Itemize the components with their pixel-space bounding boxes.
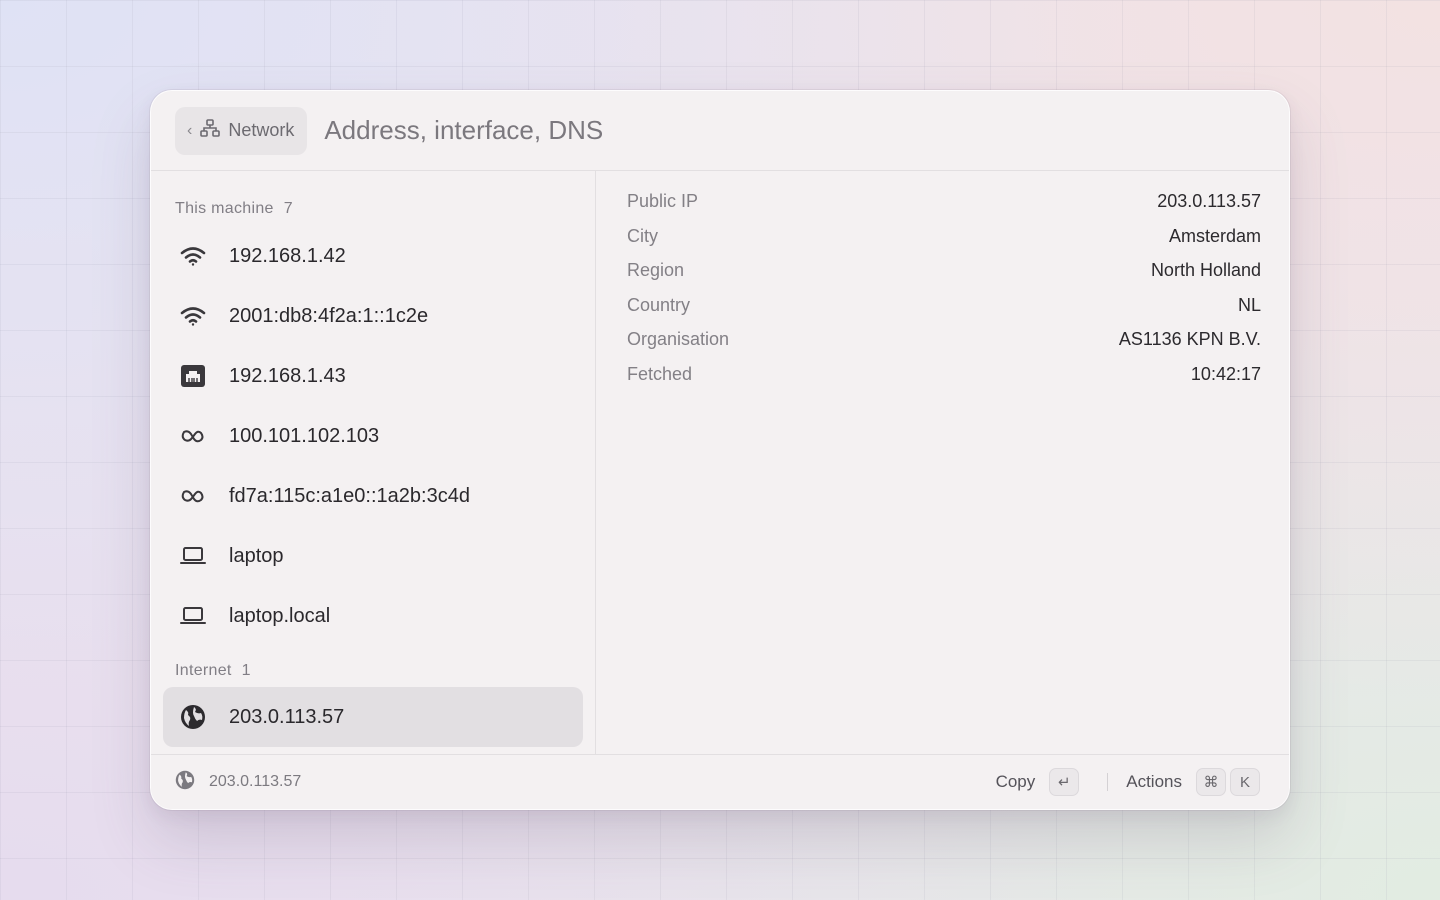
tailscale-icon xyxy=(179,482,207,510)
k-key-hint: K xyxy=(1230,768,1260,796)
list-item-label: 100.101.102.103 xyxy=(229,424,380,447)
search-input[interactable]: Address, interface, DNS xyxy=(324,115,603,146)
list-item[interactable]: 192.168.1.42 xyxy=(163,226,583,286)
detail-value: NL xyxy=(1237,294,1261,315)
header: ‹ Network Address, interface, DNS xyxy=(151,91,1289,171)
list-item-label: 192.168.1.43 xyxy=(229,364,346,387)
laptop-icon xyxy=(179,602,207,630)
tailscale-icon xyxy=(179,422,207,450)
list-item-label: laptop xyxy=(229,544,284,567)
detail-panel: Public IP 203.0.113.57 City Amsterdam Re… xyxy=(596,171,1289,756)
list-item[interactable]: 100.101.102.103 xyxy=(163,406,583,466)
detail-key: Country xyxy=(627,294,691,315)
wifi-icon xyxy=(179,242,207,270)
list-item-label: laptop.local xyxy=(229,604,331,627)
detail-row-fetched: Fetched 10:42:17 xyxy=(627,359,1261,389)
footer-selected-ip: 203.0.113.57 xyxy=(209,773,302,790)
wifi-icon xyxy=(179,302,207,330)
action-bar: 203.0.113.57 Copy ↵ Actions ⌘ K xyxy=(151,754,1289,809)
detail-value: Amsterdam xyxy=(1168,225,1261,246)
list-item[interactable]: 192.168.1.43 xyxy=(163,346,583,406)
list-item[interactable]: 2001:db8:4f2a:1::1c2e xyxy=(163,286,583,346)
detail-key: Region xyxy=(627,259,685,280)
chevron-left-icon: ‹ xyxy=(187,121,193,139)
enter-key-hint: ↵ xyxy=(1049,768,1080,796)
detail-row-region: Region North Holland xyxy=(627,255,1261,285)
divider xyxy=(1107,773,1109,791)
detail-row-city: City Amsterdam xyxy=(627,221,1261,251)
list-item-label: 192.168.1.42 xyxy=(229,244,346,267)
section-title: Internet xyxy=(175,662,232,679)
section-header-internet: Internet 1 xyxy=(175,662,251,680)
detail-value: North Holland xyxy=(1150,259,1261,280)
laptop-icon xyxy=(179,542,207,570)
back-button-label: Network xyxy=(228,120,295,140)
detail-key: City xyxy=(627,225,658,246)
section-count: 1 xyxy=(241,662,251,679)
list-item-label: fd7a:115c:a1e0::1a2b:3c4d xyxy=(229,484,470,507)
detail-key: Fetched xyxy=(627,363,693,384)
back-button[interactable]: ‹ Network xyxy=(175,106,308,155)
launcher-window: ‹ Network Address, interface, DNS This m… xyxy=(150,90,1290,810)
command-key-hint: ⌘ xyxy=(1196,768,1226,796)
detail-row-public-ip: Public IP 203.0.113.57 xyxy=(627,186,1261,216)
list-item[interactable]: fd7a:115c:a1e0::1a2b:3c4d xyxy=(163,466,583,526)
copy-button[interactable]: Copy xyxy=(996,772,1036,792)
detail-row-country: Country NL xyxy=(627,290,1261,320)
list-item[interactable]: laptop xyxy=(163,526,583,586)
detail-value: AS1136 KPN B.V. xyxy=(1118,328,1261,349)
detail-value: 203.0.113.57 xyxy=(1157,190,1261,211)
globe-icon xyxy=(179,703,207,731)
detail-key: Public IP xyxy=(627,190,699,211)
detail-value: 10:42:17 xyxy=(1190,363,1261,384)
network-icon xyxy=(200,119,221,142)
detail-row-organisation: Organisation AS1136 KPN B.V. xyxy=(627,324,1261,354)
section-count: 7 xyxy=(283,200,293,217)
globe-icon xyxy=(175,770,195,795)
actions-button[interactable]: Actions xyxy=(1126,772,1182,792)
detail-key: Organisation xyxy=(627,328,730,349)
list-item-label: 203.0.113.57 xyxy=(229,705,345,728)
ethernet-icon xyxy=(179,362,207,390)
sidebar-list: This machine 7 192.168.1.42 2001:db8:4f2a… xyxy=(151,171,596,756)
list-item-selected[interactable]: 203.0.113.57 xyxy=(163,687,583,747)
list-item-label: 2001:db8:4f2a:1::1c2e xyxy=(229,304,429,327)
section-header-this-machine: This machine 7 xyxy=(175,200,293,218)
section-title: This machine xyxy=(175,200,274,217)
list-item[interactable]: laptop.local xyxy=(163,586,583,646)
